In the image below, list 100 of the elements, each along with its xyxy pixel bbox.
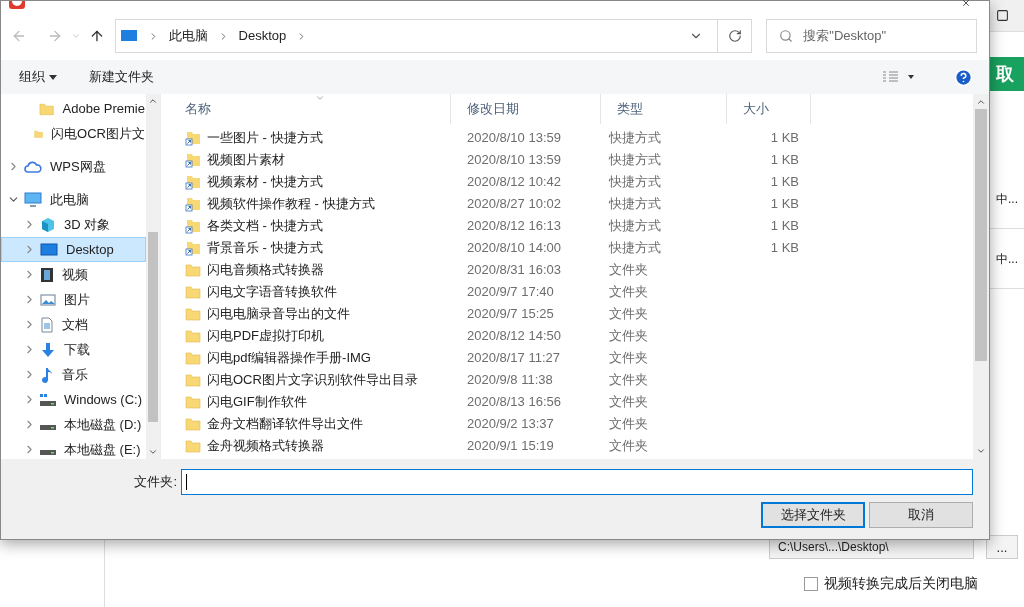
address-bar[interactable]: 此电脑 Desktop [114, 19, 753, 53]
type-cell-text: 文件夹 [608, 415, 649, 434]
column-header[interactable]: 大小 [727, 94, 811, 124]
file-row[interactable]: 闪电文字语音转换软件 2020/9/7 17:40 文件夹 [169, 281, 973, 303]
folder-icon [185, 417, 201, 431]
folder-icon [185, 329, 201, 343]
folder-shortcut-icon [185, 174, 201, 190]
sidebar-item[interactable]: 闪电OCR图片文 [1, 121, 146, 146]
down-arrow-icon [40, 341, 56, 358]
sidebar-item[interactable]: Adobe Premie [1, 96, 146, 121]
file-row[interactable]: 闪电OCR图片文字识别软件导出目录 2020/9/8 11:38 文件夹 [169, 369, 973, 391]
breadcrumb-item[interactable]: Desktop [238, 26, 287, 46]
date-cell-text: 2020/8/10 13:59 [466, 151, 562, 170]
monitor-icon [119, 29, 138, 43]
date-cell-text: 2020/9/7 15:25 [466, 305, 555, 324]
list-scrollbar[interactable] [973, 94, 989, 459]
file-row[interactable]: 闪电GIF制作软件 2020/8/13 16:56 文件夹 [169, 391, 973, 413]
view-options-icon[interactable] [882, 71, 914, 83]
file-row[interactable]: 闪电音频格式转换器 2020/8/31 16:03 文件夹 [169, 259, 973, 281]
file-row[interactable]: 闪电PDF虚拟打印机 2020/8/12 14:50 文件夹 [169, 325, 973, 347]
sidebar-item[interactable]: Windows (C:) [1, 387, 146, 412]
folder-icon [185, 351, 201, 365]
new-folder-button[interactable]: 新建文件夹 [89, 67, 154, 87]
file-row[interactable]: 闪电pdf编辑器操作手册-IMG 2020/8/17 11:27 文件夹 [169, 347, 973, 369]
file-name: 闪电GIF制作软件 [207, 393, 307, 412]
type-cell-text: 文件夹 [608, 393, 649, 412]
refresh-icon [727, 29, 742, 43]
scroll-up-icon[interactable] [148, 96, 158, 106]
file-name: 一些图片 - 快捷方式 [207, 129, 323, 148]
sidebar-scrollbar[interactable] [146, 94, 160, 459]
folder-icon [185, 373, 201, 387]
type-cell-text: 文件夹 [608, 305, 649, 324]
file-name: 金舟文档翻译软件导出文件 [207, 415, 363, 434]
folder-icon [185, 439, 201, 453]
date-cell-text: 2020/9/8 11:38 [466, 371, 554, 390]
folder-input[interactable] [181, 469, 973, 495]
cancel-button[interactable]: 取消 [869, 502, 973, 528]
sidebar-item[interactable]: 图片 [1, 287, 146, 312]
close-icon[interactable] [961, 0, 971, 8]
folder-icon [185, 285, 201, 299]
date-cell-text: 2020/9/2 13:37 [466, 415, 555, 434]
date-cell-text: 2020/8/27 10:02 [466, 195, 562, 214]
folder-icon [185, 307, 201, 321]
cube-icon [40, 216, 56, 233]
scroll-down-icon[interactable] [976, 446, 986, 456]
folder-shortcut-icon [185, 218, 201, 234]
date-cell-text: 2020/8/13 16:56 [466, 393, 562, 412]
browse-button[interactable]: ... [986, 535, 1018, 559]
picture-icon [40, 292, 56, 307]
file-row[interactable]: 背景音乐 - 快捷方式 2020/8/10 14:00 快捷方式 1 KB [169, 237, 973, 259]
file-row[interactable]: 金舟文档翻译软件导出文件 2020/9/2 13:37 文件夹 [169, 413, 973, 435]
column-header[interactable]: 名称 [169, 94, 451, 124]
file-row[interactable]: 视频软件操作教程 - 快捷方式 2020/8/27 10:02 快捷方式 1 KB [169, 193, 973, 215]
organize-menu[interactable]: 组织 [19, 67, 57, 87]
file-name: 各类文档 - 快捷方式 [207, 217, 323, 236]
sidebar-item[interactable]: 文档 [1, 312, 146, 337]
maximize-icon[interactable] [996, 9, 1009, 22]
sort-indicator-icon [315, 94, 325, 103]
search-field[interactable]: 搜索"Desktop" [766, 19, 977, 53]
type-cell-text: 快捷方式 [608, 151, 662, 170]
shutdown-checkbox[interactable]: 视频转换完成后关闭电脑 [804, 573, 978, 594]
file-row[interactable]: 金舟视频格式转换器 2020/9/1 15:19 文件夹 [169, 435, 973, 457]
column-header[interactable]: 类型 [601, 94, 727, 124]
type-cell-text: 文件夹 [608, 437, 649, 456]
type-cell-text: 文件夹 [608, 327, 649, 346]
file-row[interactable]: 一些图片 - 快捷方式 2020/8/10 13:59 快捷方式 1 KB [169, 127, 973, 149]
sidebar-item[interactable]: 视频 [1, 262, 146, 287]
scroll-up-icon[interactable] [976, 97, 986, 107]
sidebar-item[interactable]: WPS网盘 [1, 154, 146, 179]
date-cell-text: 2020/8/31 16:03 [466, 261, 562, 280]
scroll-down-icon[interactable] [148, 447, 158, 457]
help-icon[interactable] [954, 67, 973, 87]
file-name: 闪电pdf编辑器操作手册-IMG [207, 349, 371, 368]
drive-icon [40, 425, 56, 430]
type-cell-text: 文件夹 [608, 349, 649, 368]
folder-shortcut-icon [185, 152, 201, 168]
file-row[interactable]: 闪电电脑录音导出的文件 2020/9/7 15:25 文件夹 [169, 303, 973, 325]
breadcrumb-item[interactable]: 此电脑 [168, 26, 208, 46]
type-cell-text: 快捷方式 [608, 173, 662, 192]
sidebar-item[interactable]: 3D 对象 [1, 212, 146, 237]
file-row[interactable]: 视频素材 - 快捷方式 2020/8/12 10:42 快捷方式 1 KB [169, 171, 973, 193]
size-cell-text: 1 KB [770, 173, 799, 192]
date-cell-text: 2020/9/7 17:40 [466, 283, 555, 302]
sidebar-item[interactable]: 本地磁盘 (E:) [1, 437, 146, 459]
monitor-icon [24, 191, 42, 208]
film-icon [40, 266, 54, 283]
select-folder-button[interactable]: 选择文件夹 [761, 502, 865, 528]
file-row[interactable]: 各类文档 - 快捷方式 2020/8/12 16:13 快捷方式 1 KB [169, 215, 973, 237]
file-row[interactable]: 视频图片素材 2020/8/10 13:59 快捷方式 1 KB [169, 149, 973, 171]
sidebar-item[interactable]: 此电脑 [1, 187, 146, 212]
back-icon[interactable] [11, 28, 27, 44]
sidebar-item[interactable]: 本地磁盘 (D:) [1, 412, 146, 437]
folder-shortcut-icon [185, 240, 201, 256]
sidebar-item[interactable]: 下载 [1, 337, 146, 362]
column-header[interactable]: 修改日期 [451, 94, 601, 124]
file-name: 闪电音频格式转换器 [207, 261, 324, 280]
file-name: 视频图片素材 [207, 151, 285, 170]
sidebar-item[interactable]: Desktop [1, 237, 146, 262]
sidebar-item[interactable]: 音乐 [1, 362, 146, 387]
date-cell-text: 2020/8/12 10:42 [466, 173, 562, 192]
